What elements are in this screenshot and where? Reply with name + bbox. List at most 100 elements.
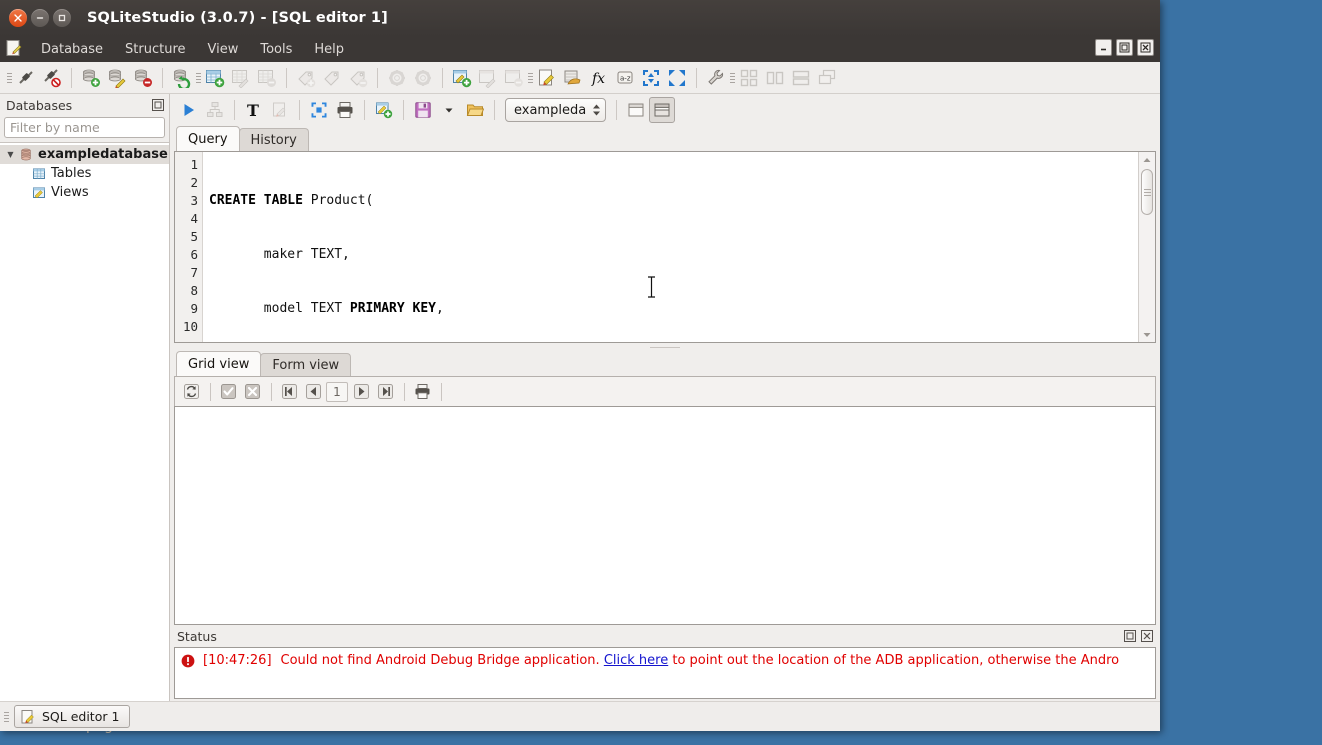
collapse-all-button[interactable] xyxy=(638,65,664,91)
edit-database-button[interactable] xyxy=(104,65,130,91)
tile-horizontally-button[interactable] xyxy=(788,65,814,91)
menu-item-help[interactable]: Help xyxy=(303,39,355,60)
delete-view-button[interactable] xyxy=(501,65,527,91)
mdi-minimize-button[interactable] xyxy=(1095,39,1112,56)
database-filter-placeholder: Filter by name xyxy=(10,120,100,135)
disconnect-from-database-button[interactable] xyxy=(39,65,65,91)
open-sql-editor-button[interactable] xyxy=(534,65,560,91)
toolbar-separator xyxy=(210,382,211,401)
import-button[interactable] xyxy=(560,65,586,91)
toolbar-drag-handle[interactable] xyxy=(6,68,13,88)
toolbar-drag-handle[interactable] xyxy=(527,68,534,88)
window-close-button[interactable] xyxy=(9,9,27,27)
previous-page-button[interactable] xyxy=(302,381,324,403)
create-view-from-query-button[interactable] xyxy=(371,97,397,123)
create-table-button[interactable] xyxy=(202,65,228,91)
status-message-link[interactable]: Click here xyxy=(604,653,668,668)
menu-item-view[interactable]: View xyxy=(197,39,250,60)
menu-item-database[interactable]: Database xyxy=(30,39,114,60)
cascade-windows-button[interactable] xyxy=(814,65,840,91)
window-title: SQLiteStudio (3.0.7) - [SQL editor 1] xyxy=(87,10,388,26)
code-line: maker TEXT, xyxy=(209,247,350,262)
editor-vertical-scrollbar[interactable] xyxy=(1138,152,1155,342)
print-grid-button[interactable] xyxy=(411,381,433,403)
results-split-layout-button[interactable] xyxy=(649,97,676,123)
delete-table-button[interactable] xyxy=(254,65,280,91)
menu-item-tools[interactable]: Tools xyxy=(249,39,303,60)
open-sql-file-button[interactable] xyxy=(462,97,488,123)
editor-results-splitter[interactable] xyxy=(174,343,1156,351)
create-index-button[interactable] xyxy=(293,65,319,91)
clear-editor-button[interactable] xyxy=(267,97,293,123)
explain-query-button[interactable] xyxy=(202,97,228,123)
export-results-button[interactable] xyxy=(306,97,332,123)
database-tree[interactable]: ▼ exampledatabase Tables Views xyxy=(0,142,169,701)
delete-index-button[interactable] xyxy=(345,65,371,91)
close-panel-icon[interactable] xyxy=(1140,629,1154,643)
edit-view-button[interactable] xyxy=(475,65,501,91)
scrollbar-track[interactable] xyxy=(1139,167,1155,327)
add-database-button[interactable] xyxy=(78,65,104,91)
rollback-changes-button[interactable] xyxy=(241,381,263,403)
mdi-restore-button[interactable] xyxy=(1116,39,1133,56)
tab-grid-view[interactable]: Grid view xyxy=(176,351,262,376)
edit-trigger-button[interactable] xyxy=(410,65,436,91)
results-tabs: Grid view Form view xyxy=(174,351,1156,376)
scroll-up-icon[interactable] xyxy=(1139,152,1155,167)
spinner-arrows-icon[interactable] xyxy=(592,103,601,117)
database-filter-input[interactable]: Filter by name xyxy=(4,117,165,138)
window-maximize-button[interactable] xyxy=(53,9,71,27)
toolbar-drag-handle[interactable] xyxy=(195,68,202,88)
float-panel-icon[interactable] xyxy=(1123,629,1137,643)
database-combobox[interactable]: exampleda xyxy=(505,98,607,122)
edit-table-button[interactable] xyxy=(228,65,254,91)
results-grid[interactable] xyxy=(174,406,1156,625)
results-below-layout-button[interactable] xyxy=(623,97,649,123)
tile-windows-button[interactable] xyxy=(736,65,762,91)
tile-vertically-button[interactable] xyxy=(762,65,788,91)
create-view-button[interactable] xyxy=(449,65,475,91)
create-trigger-button[interactable] xyxy=(384,65,410,91)
save-dropdown-button[interactable] xyxy=(436,97,462,123)
tree-item-exampledatabase[interactable]: ▼ exampledatabase xyxy=(0,145,169,164)
commit-changes-button[interactable] xyxy=(217,381,239,403)
configure-button[interactable] xyxy=(703,65,729,91)
functions-editor-button[interactable]: fx xyxy=(586,65,612,91)
float-panel-icon[interactable] xyxy=(151,98,165,112)
tab-history[interactable]: History xyxy=(238,128,309,151)
taskbar-item-sql-editor-1[interactable]: SQL editor 1 xyxy=(14,705,131,728)
menu-bar: Database Structure View Tools Help xyxy=(0,36,1160,62)
status-message-list[interactable]: [10:47:26] Could not find Android Debug … xyxy=(174,647,1156,699)
mdi-close-button[interactable] xyxy=(1137,39,1154,56)
last-page-button[interactable] xyxy=(374,381,396,403)
tree-item-views[interactable]: Views xyxy=(0,183,169,202)
connect-to-database-button[interactable] xyxy=(13,65,39,91)
next-page-button[interactable] xyxy=(350,381,372,403)
window-minimize-button[interactable] xyxy=(31,9,49,27)
execute-query-button[interactable] xyxy=(176,97,202,123)
tree-item-tables[interactable]: Tables xyxy=(0,164,169,183)
expand-all-button[interactable] xyxy=(664,65,690,91)
taskbar-drag-handle[interactable] xyxy=(4,708,12,726)
refresh-data-button[interactable] xyxy=(180,381,202,403)
sql-code-text[interactable]: CREATE TABLE Product( maker TEXT, model … xyxy=(203,152,1138,342)
tab-form-view[interactable]: Form view xyxy=(260,353,352,376)
format-sql-button[interactable]: T xyxy=(241,97,267,123)
toolbar-separator xyxy=(441,382,442,401)
chevron-down-icon[interactable]: ▼ xyxy=(4,150,17,159)
page-number-input[interactable]: 1 xyxy=(326,381,348,402)
toolbar-drag-handle[interactable] xyxy=(729,68,736,88)
first-page-button[interactable] xyxy=(278,381,300,403)
collations-editor-button[interactable]: a-z xyxy=(612,65,638,91)
remove-database-button[interactable] xyxy=(130,65,156,91)
scroll-down-icon[interactable] xyxy=(1139,327,1155,342)
refresh-schema-button[interactable] xyxy=(169,65,195,91)
sql-editor[interactable]: 1 2 3 4 5 6 7 8 9 10 CREATE TABLE Produc… xyxy=(174,151,1156,343)
save-sql-file-button[interactable] xyxy=(410,97,436,123)
print-results-button[interactable] xyxy=(332,97,358,123)
edit-index-button[interactable] xyxy=(319,65,345,91)
scrollbar-thumb[interactable] xyxy=(1141,169,1153,215)
tab-query[interactable]: Query xyxy=(176,126,240,151)
line-number: 6 xyxy=(190,247,198,262)
menu-item-structure[interactable]: Structure xyxy=(114,39,196,60)
